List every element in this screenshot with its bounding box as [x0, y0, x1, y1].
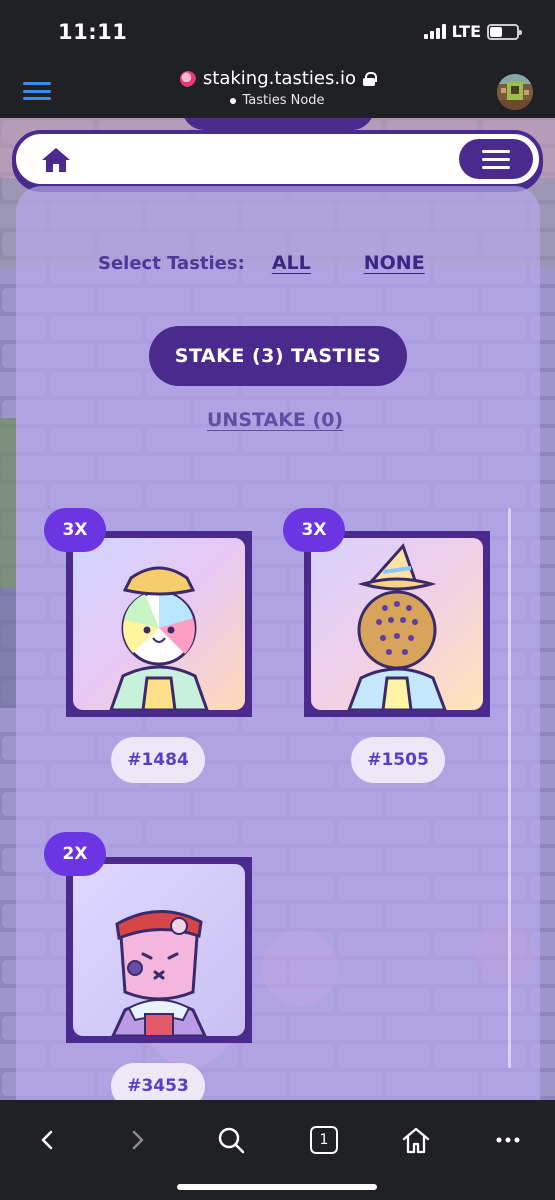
chevron-right-icon — [132, 1130, 144, 1150]
nft-image — [311, 538, 483, 710]
select-all-link[interactable]: ALL — [272, 252, 311, 274]
site-navbar — [12, 130, 543, 188]
select-tasties-row: Select Tasties: ALL NONE — [98, 252, 425, 274]
menu-button[interactable] — [459, 139, 533, 179]
address-field[interactable]: staking.tasties.io Tasties Node — [140, 68, 415, 108]
tab-count: 1 — [310, 1126, 338, 1154]
more-dots-icon — [496, 1137, 520, 1143]
signal-icon — [423, 24, 446, 39]
more-button[interactable] — [488, 1124, 528, 1156]
token-id-label: #1505 — [351, 737, 445, 783]
browser-address-bar: staking.tasties.io Tasties Node — [0, 62, 555, 118]
chevron-left-icon — [41, 1130, 53, 1150]
avatar[interactable] — [497, 74, 533, 110]
unstake-link[interactable]: UNSTAKE (0) — [207, 409, 343, 431]
lock-icon — [363, 71, 378, 86]
nft-card-1505[interactable] — [304, 531, 490, 717]
search-icon — [218, 1127, 245, 1154]
select-label: Select Tasties: — [98, 253, 245, 274]
staking-page: Select Tasties: ALL NONE STAKE (3) TASTI… — [0, 118, 555, 1100]
candy-favicon-icon — [179, 70, 196, 87]
house-icon — [402, 1127, 430, 1154]
nft-image — [73, 864, 245, 1036]
home-indicator — [177, 1184, 377, 1190]
browser-toolbar: 1 — [0, 1100, 555, 1200]
back-button[interactable] — [27, 1124, 67, 1156]
status-bar: 11:11 LTE — [0, 0, 555, 62]
stake-button[interactable]: STAKE (3) TASTIES — [149, 326, 407, 386]
token-id-label: #3453 — [111, 1063, 205, 1100]
forward-button[interactable] — [118, 1124, 158, 1156]
browser-menu-icon[interactable] — [23, 82, 51, 100]
status-time: 11:11 — [58, 20, 128, 44]
home-button[interactable] — [396, 1124, 436, 1156]
multiplier-badge: 3X — [44, 508, 106, 552]
nft-card-3453[interactable] — [66, 857, 252, 1043]
home-icon[interactable] — [40, 146, 72, 174]
search-button[interactable] — [211, 1124, 251, 1156]
page-subtitle: Tasties Node — [242, 93, 325, 108]
nft-image — [73, 538, 245, 710]
token-id-label: #1484 — [111, 737, 205, 783]
multiplier-badge: 2X — [44, 832, 106, 876]
multiplier-badge: 3X — [283, 508, 345, 552]
battery-icon — [487, 23, 522, 40]
top-tab-decoration — [182, 118, 374, 130]
url-text: staking.tasties.io — [202, 68, 357, 89]
network-label: LTE — [451, 22, 481, 41]
scrollbar[interactable] — [508, 508, 511, 1068]
tabs-button[interactable]: 1 — [304, 1124, 344, 1156]
nft-card-1484[interactable] — [66, 531, 252, 717]
dot-icon — [230, 97, 237, 104]
select-none-link[interactable]: NONE — [364, 252, 425, 274]
status-indicators: LTE — [423, 22, 522, 41]
